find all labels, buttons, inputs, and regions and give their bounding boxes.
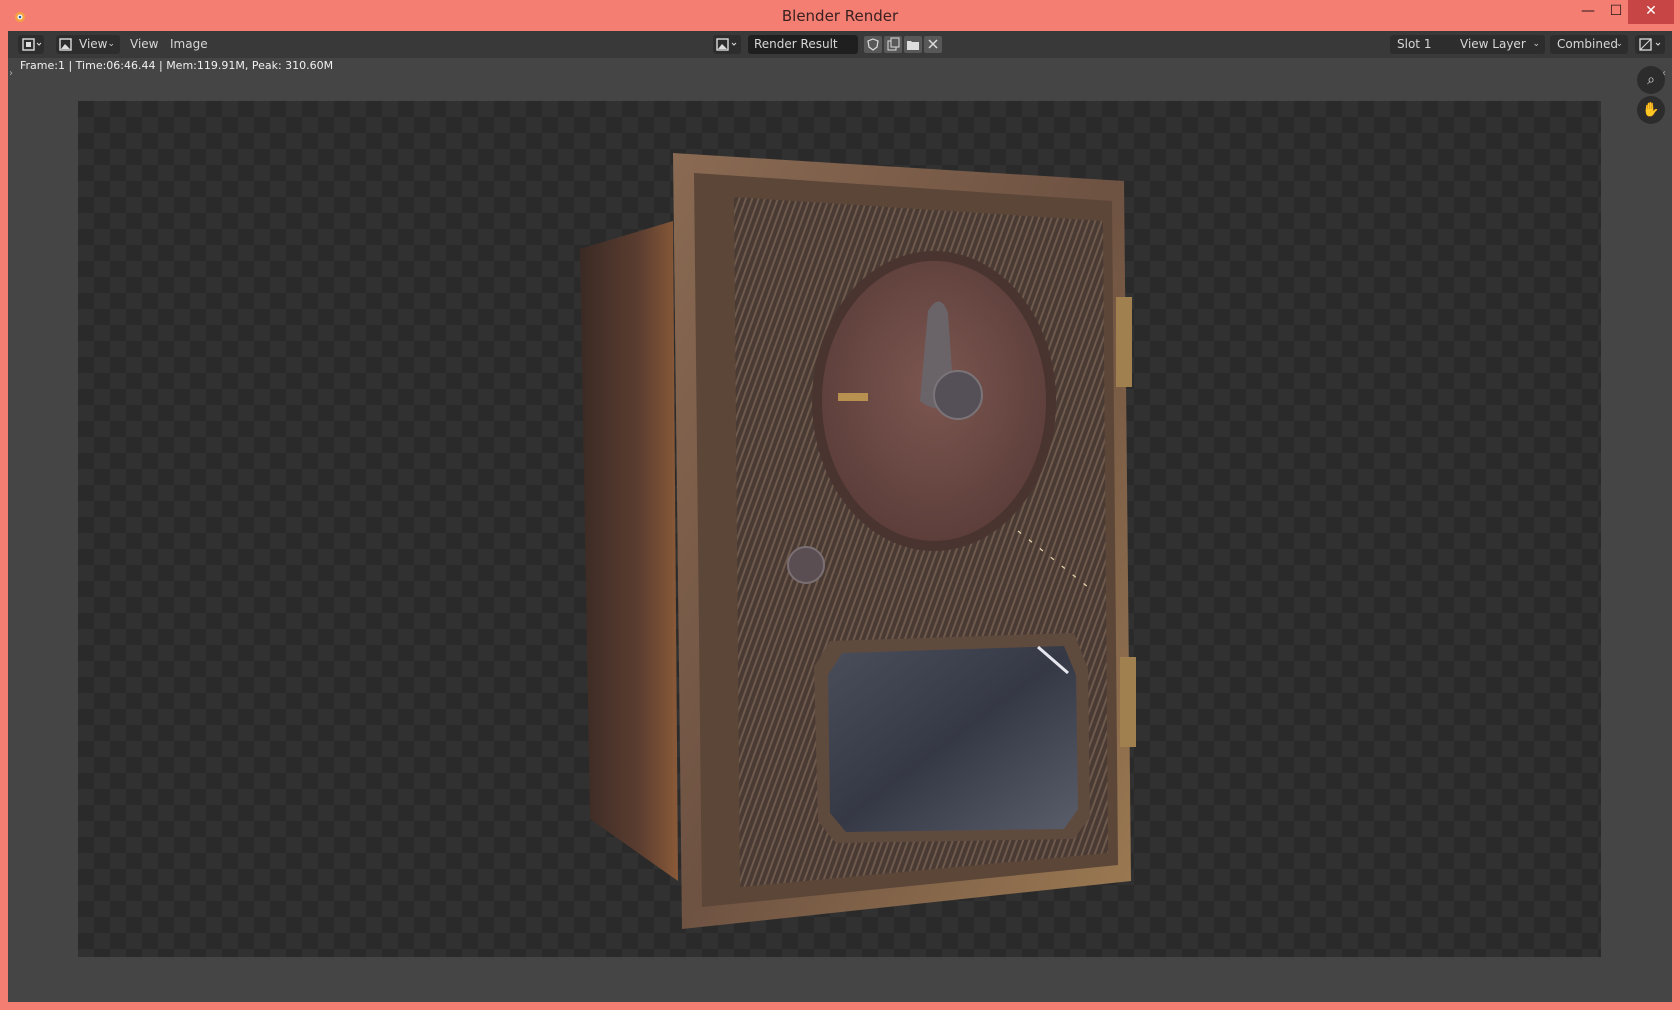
render-info: Frame:1 | Time:06:46.44 | Mem:119.91M, P… [20,59,334,72]
render-pass-label: Combined [1557,37,1618,51]
view-mode-dropdown[interactable]: View ⌄ [56,35,120,54]
unlink-image-button[interactable] [924,36,942,53]
render-result-image[interactable] [78,101,1601,957]
editor-header: View ⌄ View Image Render Result Slot 1 V… [8,31,1672,58]
menu-view[interactable]: View [130,35,158,54]
fake-user-button[interactable] [864,36,882,53]
view-layer-dropdown[interactable]: View Layer ⌄ [1453,35,1545,54]
image-editor-icon [22,38,42,51]
image-icon [59,38,72,51]
duplicate-icon [887,37,900,51]
browse-image-dropdown[interactable] [713,35,741,54]
folder-icon [907,41,919,50]
editor-type-dropdown[interactable] [18,35,44,54]
zoom-icon[interactable]: ⌕ [1637,66,1665,94]
image-icon [716,38,737,51]
image-name-field[interactable]: Render Result [748,35,858,54]
toolbar-expand-icon[interactable]: › [9,68,13,79]
image-editor: View ⌄ View Image Render Result Slot 1 V… [8,31,1672,1002]
blender-window: Blender Render — ☐ ✕ View ⌄ View Image R… [0,0,1680,1010]
hand-pan-icon[interactable]: ✋ [1637,96,1665,124]
open-image-button[interactable] [904,36,922,53]
window-title: Blender Render [781,7,899,25]
render-pass-dropdown[interactable]: Combined ⌄ [1550,35,1628,54]
view-layer-label: View Layer [1460,37,1526,51]
chevron-down-icon: ⌄ [1615,39,1623,49]
display-channels-dropdown[interactable] [1635,35,1665,54]
chevron-down-icon: ⌄ [1532,39,1540,49]
view-mode-label: View [79,37,108,51]
chevron-down-icon: ⌄ [107,39,115,49]
duplicate-image-button[interactable] [884,36,902,53]
slot-label: Slot 1 [1397,37,1432,51]
shield-icon [867,38,879,51]
close-icon [928,39,938,49]
menu-image[interactable]: Image [170,35,208,54]
close-button[interactable]: ✕ [1628,0,1674,24]
title-bar[interactable]: Blender Render — ☐ ✕ [0,0,1680,30]
mailbox-door-render [580,153,1136,929]
display-channels-icon [1639,38,1661,51]
